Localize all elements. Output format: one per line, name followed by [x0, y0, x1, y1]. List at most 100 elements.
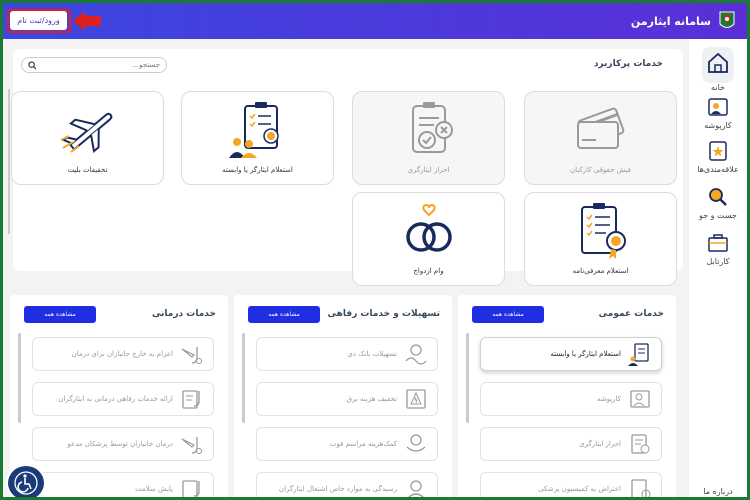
medical-services-column: خدمات درمانی مشاهده همه اعزام به خارج جا… — [10, 295, 228, 497]
list-item[interactable]: کارپوشه — [480, 382, 662, 416]
list-item[interactable]: اعزام به خارج جانبازان برای درمان — [32, 337, 214, 371]
list-item-label: رسیدگی به موارد خاص اشتغال ایثارگران — [278, 485, 397, 493]
sidebar-item-label: کارپوشه — [704, 121, 732, 130]
top-bar: سامانه ایثارمن ورود/ثبت نام — [3, 3, 747, 39]
app-frame: سامانه ایثارمن ورود/ثبت نام خانه کارپوشه… — [3, 3, 747, 497]
cartable-icon — [708, 234, 728, 252]
login-register-button[interactable]: ورود/ثبت نام — [10, 11, 67, 30]
health-check-icon — [182, 480, 200, 497]
view-all-button[interactable]: مشاهده همه — [472, 306, 544, 323]
search-icon — [709, 188, 727, 206]
sidebar-item-label: علاقه‌مندی‌ها — [697, 165, 739, 174]
app-title: سامانه ایثارمن — [630, 14, 711, 28]
card-label: استعلام معرفی‌نامه — [572, 267, 629, 275]
column-title: خدمات درمانی — [151, 309, 216, 319]
card-label: استعلام ایثارگر یا وابسته — [222, 166, 293, 174]
sidebar-item-home[interactable]: خانه — [693, 47, 743, 92]
search-icon[interactable] — [28, 60, 37, 70]
list-item-label: تخفیف هزینه برق — [346, 395, 397, 403]
plane-stethoscope-icon — [181, 347, 202, 364]
column-title: تسهیلات و خدمات رفاهی — [327, 309, 440, 319]
card-label: فیش حقوقی کارکنان — [569, 166, 632, 174]
column-scrollbar[interactable] — [466, 333, 469, 423]
list-item[interactable]: تسهیلات بانک دی — [256, 337, 438, 371]
card-label: تخفیفات بلیت — [67, 166, 108, 174]
folder-user-icon — [708, 98, 728, 116]
sidebar-item-label: جست و جو — [699, 211, 737, 220]
sidebar-item-label: خانه — [711, 83, 725, 92]
column-scrollbar[interactable] — [18, 333, 21, 423]
brand[interactable]: سامانه ایثارمن — [631, 9, 737, 33]
list-item-label: اعزام به خارج جانبازان برای درمان — [71, 350, 173, 358]
funeral-aid-icon — [406, 434, 426, 452]
medical-report-icon — [182, 390, 200, 409]
list-item-label: کارپوشه — [596, 395, 621, 403]
sidebar-item-search[interactable]: جست و جو — [693, 185, 743, 220]
payslip-card-icon — [576, 107, 624, 149]
card-label: احراز ایثارگری — [407, 166, 450, 174]
sidebar-item-favorites[interactable]: علاقه‌مندی‌ها — [693, 139, 743, 174]
list-item-label: تسهیلات بانک دی — [347, 350, 397, 358]
card-label: وام ازدواج — [413, 267, 444, 275]
view-all-button[interactable]: مشاهده همه — [24, 306, 96, 323]
sidebar-item-label: کارتابل — [706, 257, 730, 266]
list-item-label: اعتراض به کمیسیون پزشکی — [538, 485, 621, 493]
column-scrollbar[interactable] — [242, 333, 245, 423]
main-content: خدمات پرکاربرد فیش حقوقی کارکنان احراز ا… — [3, 39, 689, 497]
home-icon-box — [702, 47, 734, 83]
bank-loan-icon — [405, 344, 427, 365]
list-item-label: احراز ایثارگری — [579, 440, 621, 448]
list-item-label: ارائه خدمات رفاهی درمانی به ایثارگران — [58, 395, 173, 403]
list-item[interactable]: ارائه خدمات رفاهی درمانی به ایثارگران — [32, 382, 214, 416]
clipboard-reject-icon — [411, 102, 453, 153]
list-item[interactable]: رسیدگی به موارد خاص اشتغال ایثارگران — [256, 472, 438, 497]
service-card-marriage-loan[interactable]: وام ازدواج — [352, 192, 505, 286]
list-item[interactable]: اعتراض به کمیسیون پزشکی — [480, 472, 662, 497]
welfare-services-column: تسهیلات و خدمات رفاهی مشاهده همه تسهیلات… — [234, 295, 452, 497]
sidebar-item-label: درباره ما — [703, 487, 733, 496]
folder-user-icon — [630, 390, 650, 408]
accessibility-button[interactable] — [6, 464, 46, 497]
clipboard-check-icon — [631, 434, 650, 454]
airplane-icon — [60, 112, 112, 153]
star-icon — [709, 141, 727, 161]
general-services-column: خدمات عمومی مشاهده همه استعلام ایثارگر ی… — [458, 295, 676, 497]
electricity-icon — [406, 389, 426, 409]
pointer-arrow-icon — [73, 11, 101, 31]
scrollbar[interactable] — [8, 89, 10, 234]
popular-services-title: خدمات پرکاربرد — [593, 59, 663, 69]
service-card-inquiry[interactable]: استعلام ایثارگر یا وابسته — [181, 91, 334, 185]
wheelchair-icon — [14, 471, 38, 495]
list-item[interactable]: احراز ایثارگری — [480, 427, 662, 461]
list-item-label: پایش سلامت — [135, 485, 173, 493]
sidebar: خانه کارپوشه علاقه‌مندی‌ها جست و جو کارت… — [689, 39, 747, 497]
list-item-label: استعلام ایثارگر یا وابسته — [550, 350, 621, 358]
list-item[interactable]: پایش سلامت — [32, 472, 214, 497]
view-all-button[interactable]: مشاهده همه — [248, 306, 320, 323]
inquiry-people-icon — [628, 343, 649, 366]
sidebar-item-about[interactable]: درباره ما — [693, 487, 743, 497]
employment-icon — [408, 480, 424, 497]
list-item[interactable]: استعلام ایثارگر یا وابسته — [480, 337, 662, 371]
service-card-tickets[interactable]: تخفیفات بلیت — [11, 91, 164, 185]
medical-commission-icon — [631, 479, 651, 497]
search-input[interactable] — [50, 61, 160, 69]
app-logo-icon — [719, 11, 735, 28]
sidebar-item-cartable[interactable]: کارتابل — [693, 231, 743, 266]
list-item-label: درمان جانبازان توسط پزشکان مدعو — [67, 440, 173, 448]
inquiry-people-icon — [228, 102, 279, 158]
list-item[interactable]: تخفیف هزینه برق — [256, 382, 438, 416]
home-icon — [708, 52, 728, 73]
sidebar-item-folder[interactable]: کارپوشه — [693, 95, 743, 130]
list-item[interactable]: کمک‌هزینه مراسم فوت — [256, 427, 438, 461]
service-card-payslip[interactable]: فیش حقوقی کارکنان — [524, 91, 677, 185]
certificate-clipboard-icon — [580, 203, 626, 259]
list-item[interactable]: درمان جانبازان توسط پزشکان مدعو — [32, 427, 214, 461]
service-card-certificate[interactable]: استعلام معرفی‌نامه — [524, 192, 677, 286]
search-box[interactable] — [21, 57, 167, 73]
plane-stethoscope-icon — [181, 437, 202, 454]
rings-icon — [405, 203, 452, 252]
service-card-verify[interactable]: احراز ایثارگری — [352, 91, 505, 185]
column-title: خدمات عمومی — [598, 309, 664, 319]
list-item-label: کمک‌هزینه مراسم فوت — [329, 440, 397, 448]
